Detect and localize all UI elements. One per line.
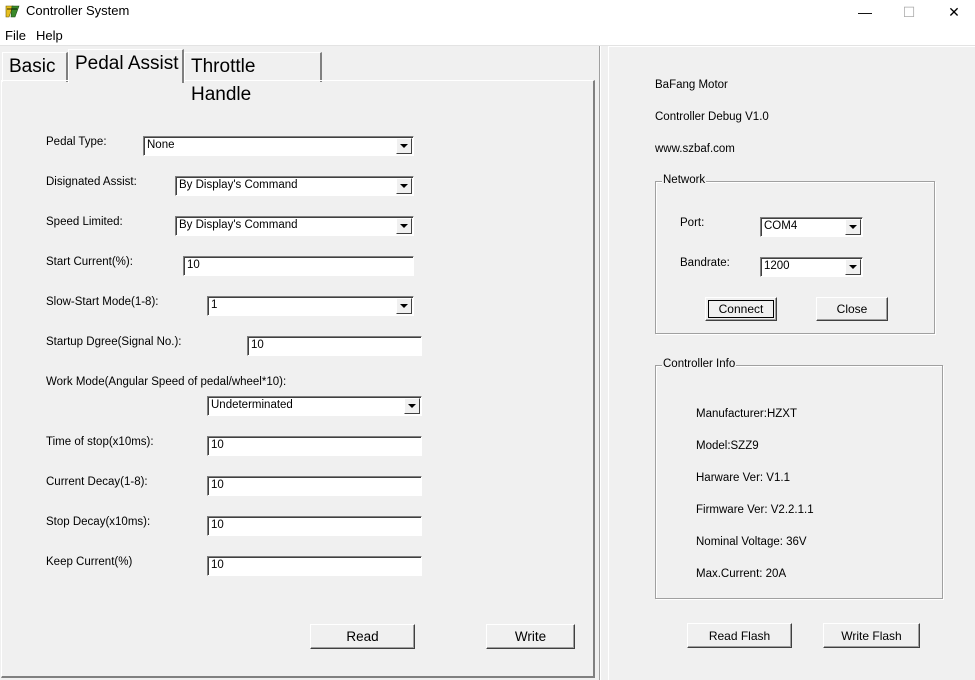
about-website: www.szbaf.com [655, 143, 735, 155]
maximize-button[interactable]: ☐ [886, 0, 932, 24]
work-mode-value: Undeterminated [211, 399, 293, 411]
chevron-down-icon[interactable] [396, 218, 412, 234]
slow-start-mode-value: 1 [211, 299, 218, 311]
controller-info-group: Controller Info Manufacturer:HZXT Model:… [655, 358, 943, 599]
current-decay-label: Current Decay(1-8): [46, 476, 148, 488]
current-decay-field[interactable]: 10 [207, 476, 422, 496]
baudrate-label: Bandrate: [680, 257, 730, 269]
chevron-down-icon[interactable] [845, 259, 861, 275]
controller-info-title: Controller Info [662, 358, 737, 370]
designated-assist-label: Disignated Assist: [46, 176, 137, 188]
max-current-info: Max.Current: 20A [696, 568, 787, 580]
about-version: Controller Debug V1.0 [655, 111, 769, 123]
window-title: Controller System [26, 3, 130, 18]
write-button[interactable]: Write [486, 624, 575, 649]
title-bar: Controller System — ☐ ✕ [0, 0, 975, 24]
chevron-down-icon[interactable] [396, 298, 412, 314]
port-select[interactable]: COM4 [760, 217, 863, 237]
close-button[interactable]: Close [816, 297, 888, 321]
nominal-voltage-info: Nominal Voltage: 36V [696, 536, 807, 548]
designated-assist-select[interactable]: By Display's Command [175, 176, 414, 196]
time-of-stop-field[interactable]: 10 [207, 436, 422, 456]
write-flash-button[interactable]: Write Flash [823, 623, 920, 648]
baudrate-select[interactable]: 1200 [760, 257, 863, 277]
stop-decay-field[interactable]: 10 [207, 516, 422, 536]
right-panel: BaFang Motor Controller Debug V1.0 www.s… [608, 46, 975, 680]
slow-start-mode-label: Slow-Start Mode(1-8): [46, 296, 159, 308]
firmware-version-info: Firmware Ver: V2.2.1.1 [696, 504, 814, 516]
speed-limited-value: By Display's Command [179, 219, 298, 231]
time-of-stop-label: Time of stop(x10ms): [46, 436, 154, 448]
read-button[interactable]: Read [310, 624, 415, 649]
tab-basic[interactable]: Basic [2, 52, 68, 82]
connect-button[interactable]: Connect [705, 297, 777, 321]
startup-degree-field[interactable]: 10 [247, 336, 422, 356]
menu-bar: File Help [0, 24, 975, 46]
work-mode-select[interactable]: Undeterminated [207, 396, 422, 416]
keep-current-field[interactable]: 10 [207, 556, 422, 576]
about-brand: BaFang Motor [655, 79, 728, 91]
network-group: Network Port: COM4 Bandrate: 1200 Connec… [655, 174, 935, 334]
stop-decay-label: Stop Decay(x10ms): [46, 516, 151, 528]
minimize-button[interactable]: — [842, 0, 888, 24]
pedal-type-select[interactable]: None [143, 136, 414, 156]
tab-pedal-assist[interactable]: Pedal Assist [68, 49, 184, 83]
manufacturer-info: Manufacturer:HZXT [696, 408, 797, 420]
app-icon [4, 3, 21, 20]
pedal-type-label: Pedal Type: [46, 136, 107, 148]
network-group-title: Network [662, 174, 707, 186]
port-value: COM4 [764, 220, 798, 232]
pedal-assist-panel: Pedal Type: None Disignated Assist: By D… [1, 80, 595, 678]
menu-file[interactable]: File [5, 28, 26, 43]
chevron-down-icon[interactable] [404, 398, 420, 414]
port-label: Port: [680, 217, 705, 229]
keep-current-label: Keep Current(%) [46, 556, 133, 568]
panel-divider [599, 46, 601, 680]
slow-start-mode-select[interactable]: 1 [207, 296, 414, 316]
model-info: Model:SZZ9 [696, 440, 759, 452]
start-current-label: Start Current(%): [46, 256, 133, 268]
close-window-button[interactable]: ✕ [931, 0, 975, 24]
chevron-down-icon[interactable] [845, 219, 861, 235]
startup-degree-label: Startup Dgree(Signal No.): [46, 336, 182, 348]
tab-throttle-handle[interactable]: Throttle Handle [184, 52, 322, 105]
speed-limited-label: Speed Limited: [46, 216, 123, 228]
read-flash-button[interactable]: Read Flash [687, 623, 792, 648]
baudrate-value: 1200 [764, 260, 790, 272]
designated-assist-value: By Display's Command [179, 179, 298, 191]
pedal-type-value: None [147, 139, 175, 151]
start-current-field[interactable]: 10 [183, 256, 414, 276]
hardware-version-info: Harware Ver: V1.1 [696, 472, 790, 484]
chevron-down-icon[interactable] [396, 178, 412, 194]
work-mode-label: Work Mode(Angular Speed of pedal/wheel*1… [46, 376, 287, 388]
menu-help[interactable]: Help [36, 28, 63, 43]
speed-limited-select[interactable]: By Display's Command [175, 216, 414, 236]
chevron-down-icon[interactable] [396, 138, 412, 154]
